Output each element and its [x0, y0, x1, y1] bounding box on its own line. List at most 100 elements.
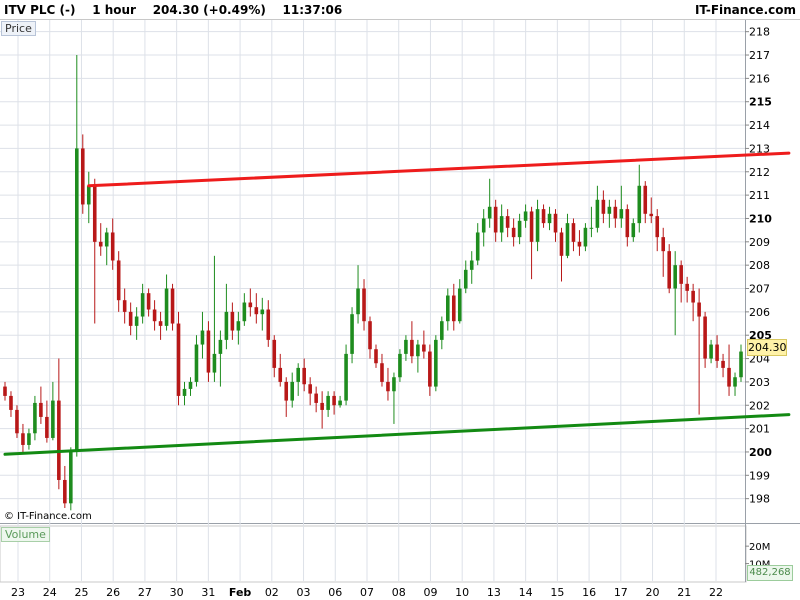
candle-body: [278, 367, 283, 382]
x-tick-label: 15: [550, 586, 564, 599]
candle-body: [589, 227, 594, 229]
y-tick-label: 207: [749, 283, 770, 296]
y-tick-label: 209: [749, 236, 770, 249]
candle-body: [499, 216, 504, 233]
candle-body: [559, 232, 564, 256]
x-tick-label: 02: [265, 586, 279, 599]
candle-body: [541, 209, 546, 224]
candle-body: [481, 218, 486, 233]
candle-body: [511, 227, 516, 238]
candle-body: [284, 381, 289, 401]
y-tick-label: 211: [749, 189, 770, 202]
candle-body: [260, 309, 265, 315]
candle-body: [51, 400, 55, 438]
y-tick-label: 214: [749, 119, 770, 132]
candle-body: [613, 206, 618, 219]
candle-body: [463, 269, 468, 289]
candle-body: [565, 223, 570, 256]
candle-body: [505, 216, 510, 228]
candle-body: [691, 290, 695, 303]
candle-body: [350, 314, 354, 354]
candle: [667, 244, 671, 294]
candle-body: [475, 232, 480, 261]
y-tick-label: 215: [749, 96, 772, 109]
candle-body: [92, 185, 97, 242]
candle-body: [236, 321, 241, 331]
candle-body: [308, 384, 312, 394]
candle-body: [380, 363, 384, 382]
candle-body: [320, 402, 324, 410]
candle-body: [571, 223, 576, 242]
candle-body: [422, 344, 426, 352]
y-tick-label: 198: [749, 493, 770, 506]
candle-body: [27, 433, 31, 445]
candle-body: [344, 353, 348, 401]
x-tick-label: 17: [614, 586, 628, 599]
x-tick-label: 23: [11, 586, 25, 599]
candle-body: [15, 409, 19, 434]
x-tick-label: 20: [646, 586, 660, 599]
x-tick-label: 10: [455, 586, 469, 599]
candle-body: [679, 265, 683, 284]
candle-body: [254, 307, 259, 315]
x-tick-label: 24: [43, 586, 57, 599]
candle-body: [410, 339, 414, 357]
x-tick-label: 31: [201, 586, 215, 599]
brand-label[interactable]: IT-Finance.com: [695, 3, 796, 17]
candle-body: [595, 199, 600, 228]
candle-body: [128, 311, 133, 326]
candle-body: [146, 293, 151, 310]
candle-body: [266, 309, 271, 340]
candle-body: [577, 241, 582, 247]
candle-body: [314, 393, 318, 403]
candle-body: [57, 400, 61, 480]
x-tick-label: 06: [328, 586, 342, 599]
candle: [15, 405, 19, 438]
candle-body: [697, 302, 701, 317]
candle-body: [86, 185, 91, 205]
candle-body: [140, 293, 145, 317]
candle-body: [110, 232, 115, 261]
candle-body: [182, 388, 187, 396]
candle-body: [637, 185, 642, 224]
candle-body: [296, 367, 300, 382]
candle-body: [3, 386, 7, 396]
candle-body: [224, 311, 229, 340]
candle-body: [170, 288, 175, 324]
candle-body: [583, 227, 588, 247]
x-tick-label: 08: [392, 586, 406, 599]
candle-body: [98, 241, 103, 247]
candle-body: [134, 316, 139, 326]
y-tick-label: 216: [749, 72, 770, 85]
candle-body: [721, 360, 725, 368]
x-tick-label: 03: [297, 586, 311, 599]
candle-body: [703, 316, 707, 359]
candle-body: [326, 395, 330, 410]
x-tick-label: 07: [360, 586, 374, 599]
candle-body: [619, 209, 624, 219]
copyright-text: © IT-Finance.com: [4, 511, 92, 522]
candle-body: [428, 351, 432, 387]
x-tick-label: 09: [423, 586, 437, 599]
y-tick-label: 217: [749, 49, 770, 62]
candle-body: [290, 381, 295, 401]
price-chart: 1981992002012022032042052062072082092102…: [0, 20, 800, 599]
candle: [69, 447, 73, 511]
volume-plot-area: [0, 525, 747, 583]
candle-body: [356, 288, 360, 315]
candle-body: [643, 185, 648, 214]
candle-body: [362, 288, 366, 322]
x-tick-label: 26: [106, 586, 120, 599]
y-tick-label: 212: [749, 166, 770, 179]
candle-body: [493, 206, 498, 233]
x-tick-label: 22: [709, 586, 723, 599]
candle-body: [368, 321, 372, 350]
candle-body: [434, 339, 438, 387]
time-axis: 23 24 25 26 27 30 31 Feb 02 03 06 07 08 09 10 13 14 15 16 1…: [11, 586, 723, 599]
candle-body: [206, 330, 211, 373]
chart-header: ITV PLC (-) 1 hour 204.30 (+0.49%) 11:37…: [0, 0, 800, 20]
candle-body: [302, 367, 306, 385]
candle: [170, 283, 175, 331]
candle-body: [39, 402, 43, 417]
candle-body: [667, 251, 671, 289]
